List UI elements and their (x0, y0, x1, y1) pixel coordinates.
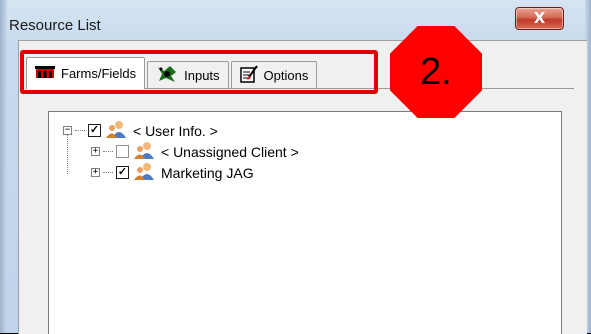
tree-connector (103, 151, 113, 152)
collapse-toggle[interactable]: − (63, 126, 72, 135)
tree-node-checkbox[interactable]: ✓ (88, 124, 101, 137)
expand-toggle[interactable]: + (91, 147, 100, 156)
tree-node-unassigned-client[interactable]: + < Unassigned Client > (91, 141, 299, 162)
tree-node-label: < User Info. > (133, 122, 218, 139)
tab-highlight-box (20, 50, 378, 94)
tree-node-label: < Unassigned Client > (161, 143, 299, 160)
tree-node-checkbox[interactable]: ✓ (116, 166, 129, 179)
close-button[interactable]: X (515, 7, 564, 30)
user-icon (133, 141, 155, 162)
window-left-edge (0, 0, 7, 333)
user-icon (105, 120, 127, 141)
user-icon (133, 162, 155, 183)
tree-connector (103, 172, 113, 173)
resource-list-window: Resource List X Farms/Fields Inputs Opti… (0, 0, 591, 334)
resource-tree[interactable]: − ✓ < User Info. > + < Unassigned Client… (48, 111, 562, 334)
expand-toggle[interactable]: + (91, 168, 100, 177)
tree-node-label: Marketing JAG (161, 164, 254, 181)
tree-connector (75, 130, 85, 131)
tree-node-marketing-jag[interactable]: + ✓ Marketing JAG (91, 162, 254, 183)
window-title: Resource List (9, 17, 101, 34)
tree-node-checkbox[interactable] (116, 145, 129, 158)
tree-node-user-info[interactable]: − ✓ < User Info. > (63, 120, 218, 141)
